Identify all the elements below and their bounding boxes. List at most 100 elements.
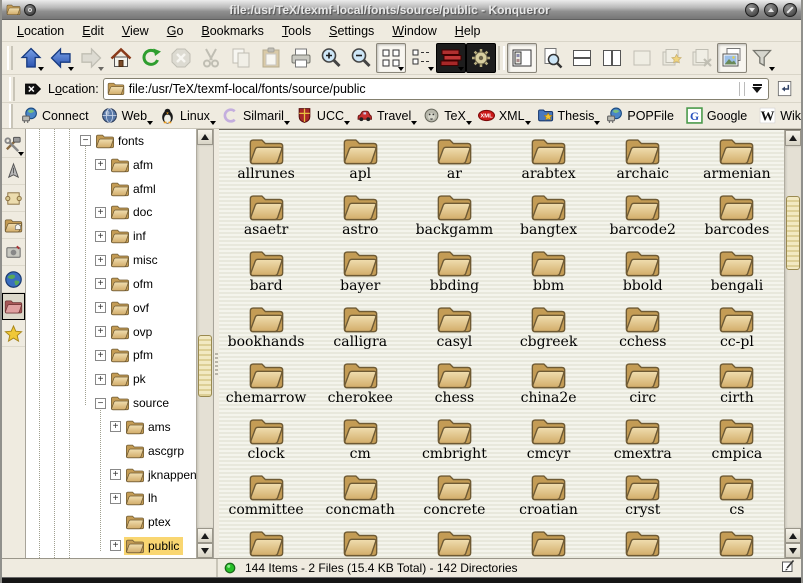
folder-barcode2[interactable]: barcode2 [596,192,690,248]
bookmark-connect[interactable]: Connect [16,105,96,126]
split-view-left-right-button[interactable] [597,43,627,73]
folder-backgamm[interactable]: backgamm [407,192,501,248]
menu-help[interactable]: Help [446,22,490,40]
location-dropdown-button[interactable] [749,80,765,98]
folder-bangtex[interactable]: bangtex [501,192,595,248]
bookmark-popfile[interactable]: POPFile [601,105,681,126]
tree-scrollbar[interactable] [196,129,213,558]
gear-tool-button[interactable] [466,43,496,73]
tree-item-source[interactable]: −source [26,391,196,415]
folder-cmcyr[interactable]: cmcyr [501,416,595,472]
view-scrollbar[interactable] [784,130,801,558]
folder-bard[interactable]: bard [219,248,313,304]
tree-item-jknappen[interactable]: +jknappen [26,463,196,487]
folder-clipped[interactable] [690,528,784,558]
folder-concrete[interactable]: concrete [407,472,501,528]
split-view-top-bottom-button[interactable] [567,43,597,73]
scrollbar-thumb[interactable] [198,335,212,397]
bookmark-silmaril[interactable]: Silmaril [217,105,291,126]
list-view-button[interactable] [406,43,436,73]
folder-calligra[interactable]: calligra [313,304,407,360]
sidebar-tab-home-folder[interactable] [2,212,25,239]
folder-clock[interactable]: clock [219,416,313,472]
scrollbar-track[interactable] [197,145,213,528]
tree-item-ams[interactable]: +ams [26,415,196,439]
folder-cryst[interactable]: cryst [596,472,690,528]
expand-icon[interactable]: + [110,469,121,480]
tree-item-pfm[interactable]: +pfm [26,343,196,367]
folder-apl[interactable]: apl [313,136,407,192]
folder-cm[interactable]: cm [313,416,407,472]
expand-icon[interactable]: + [95,350,106,361]
folder-casyl[interactable]: casyl [407,304,501,360]
folder-armenian[interactable]: armenian [690,136,784,192]
folder-clipped[interactable] [219,528,313,558]
sticky-button[interactable] [24,4,36,16]
scroll-down-button[interactable] [785,543,801,558]
expand-icon[interactable]: + [95,231,106,242]
scroll-up-button[interactable] [785,130,801,146]
folder-astro[interactable]: astro [313,192,407,248]
location-input[interactable]: file:/usr/TeX/texmf-local/fonts/source/p… [103,78,769,100]
folder-ar[interactable]: ar [407,136,501,192]
menu-tools[interactable]: Tools [273,22,320,40]
sidebar-tab-configure[interactable] [2,131,25,158]
folder-circ[interactable]: circ [596,360,690,416]
menu-bookmarks[interactable]: Bookmarks [192,22,273,40]
show-sidebar-button[interactable] [507,43,537,73]
tree-item-fonts[interactable]: −fonts [26,129,196,153]
tree-item-misc[interactable]: +misc [26,248,196,272]
location-toolbar-handle[interactable] [9,77,15,101]
close-button[interactable] [783,3,797,17]
folder-cirth[interactable]: cirth [690,360,784,416]
expand-icon[interactable]: + [95,255,106,266]
folder-chess[interactable]: chess [407,360,501,416]
print-button[interactable] [286,43,316,73]
bookmark-ucc[interactable]: UCC [291,105,351,126]
folder-bbm[interactable]: bbm [501,248,595,304]
folder-china2e[interactable]: china2e [501,360,595,416]
panel-splitter[interactable] [214,129,219,558]
folder-cmextra[interactable]: cmextra [596,416,690,472]
folder-croatian[interactable]: croatian [501,472,595,528]
folder-cmbright[interactable]: cmbright [407,416,501,472]
expand-icon[interactable]: + [110,421,121,432]
expand-icon[interactable]: + [110,493,121,504]
folder-clipped[interactable] [407,528,501,558]
folder-chemarrow[interactable]: chemarrow [219,360,313,416]
tree-item-ptex[interactable]: ptex [26,510,196,534]
tree-item-public[interactable]: +public [26,534,196,558]
menu-window[interactable]: Window [383,22,445,40]
up-button[interactable] [16,43,46,73]
folder-cchess[interactable]: cchess [596,304,690,360]
folder-committee[interactable]: committee [219,472,313,528]
folder-archaic[interactable]: archaic [596,136,690,192]
bookmark-linux[interactable]: Linux [154,105,217,126]
expand-icon[interactable]: + [95,374,106,385]
bookmark-wikipedia[interactable]: Wikipedia [754,105,803,126]
folder-clipped[interactable] [313,528,407,558]
tree-item-pk[interactable]: +pk [26,367,196,391]
tree-item-ovf[interactable]: +ovf [26,296,196,320]
expand-icon[interactable]: + [110,540,121,551]
zoom-in-button[interactable] [316,43,346,73]
folder-barcodes[interactable]: barcodes [690,192,784,248]
icon-view-button[interactable] [376,43,406,73]
folder-cc-pl[interactable]: cc-pl [690,304,784,360]
sidebar-tab-bookmarks[interactable] [2,320,25,347]
scroll-up-button[interactable] [197,528,213,543]
image-preview-button[interactable] [717,43,747,73]
bookmark-toolbar-handle[interactable] [9,104,13,128]
reload-button[interactable] [136,43,166,73]
bookmark-google[interactable]: Google [681,105,754,126]
tree-item-afm[interactable]: +afm [26,153,196,177]
titlebar[interactable]: file:/usr/TeX/texmf-local/fonts/source/p… [2,0,801,20]
go-button[interactable] [773,77,797,101]
folder-bayer[interactable]: bayer [313,248,407,304]
sidebar-tab-services[interactable] [2,239,25,266]
filter-button[interactable] [747,43,777,73]
menu-go[interactable]: Go [158,22,193,40]
folder-bengali[interactable]: bengali [690,248,784,304]
tree-item-lh[interactable]: +lh [26,486,196,510]
expand-icon[interactable]: + [95,326,106,337]
